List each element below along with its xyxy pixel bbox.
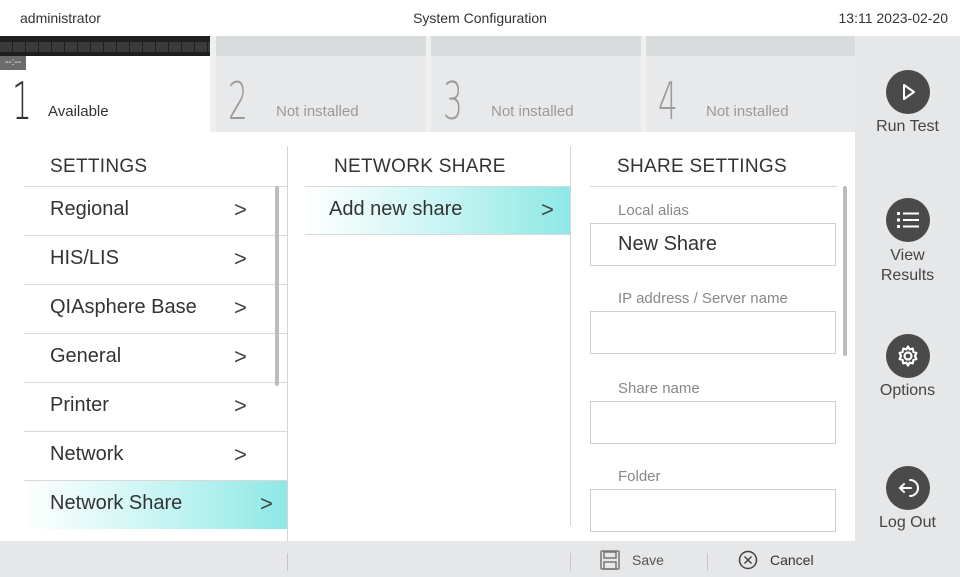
bottom-action-bar: Save Cancel [0, 541, 855, 577]
settings-item-label: HIS/LIS [50, 247, 119, 269]
gear-icon [885, 334, 930, 378]
log-out-label: Log Out [879, 514, 936, 531]
share-settings-scrollbar[interactable] [843, 186, 847, 356]
status-bar: administrator System Configuration 13:11… [0, 0, 960, 36]
module-bar: --:-- 1 Available 2 Not installed 3 Not … [0, 36, 856, 132]
options-label: Options [879, 382, 936, 399]
module-number: 3 [443, 72, 463, 132]
network-share-header: NETWORK SHARE [334, 156, 506, 177]
chevron-right-icon: > [234, 246, 247, 271]
network-share-list: Add new share > [305, 186, 570, 235]
save-label: Save [632, 552, 664, 568]
module-number: 2 [228, 72, 248, 132]
cancel-label: Cancel [770, 552, 814, 568]
chevron-right-icon: > [260, 491, 273, 516]
settings-item-label: Regional [50, 198, 129, 220]
settings-list: Regional > HIS/LIS > QIAsphere Base > Ge… [24, 186, 287, 529]
settings-item-printer[interactable]: Printer > [24, 382, 287, 431]
run-test-label: Run Test [876, 118, 939, 135]
settings-item-label: General [50, 345, 122, 367]
settings-item-label: Printer [50, 394, 109, 416]
settings-item-label: Network Share [50, 492, 183, 514]
module-number: 4 [658, 72, 678, 132]
main-panel: SETTINGS Regional > HIS/LIS > QIAsphere … [0, 132, 855, 541]
module-timer: --:-- [0, 56, 26, 70]
module-status: Not installed [276, 103, 359, 120]
chevron-right-icon: > [234, 295, 247, 320]
local-alias-label: Local alias [618, 202, 689, 219]
settings-item-general[interactable]: General > [24, 333, 287, 382]
folder-field[interactable] [590, 489, 836, 532]
view-results-label-2: Results [880, 267, 935, 284]
share-settings-header: SHARE SETTINGS [617, 156, 787, 177]
module-4[interactable]: 4 Not installed [646, 36, 856, 132]
settings-scrollbar[interactable] [275, 186, 279, 386]
module-status-strip [0, 36, 210, 56]
save-icon [600, 550, 620, 570]
options-button[interactable]: Options [855, 334, 960, 400]
column-divider [570, 146, 571, 526]
local-alias-field[interactable]: New Share [590, 223, 836, 266]
module-1[interactable]: --:-- 1 Available [0, 36, 210, 132]
module-status: Available [48, 103, 109, 120]
settings-item-label: QIAsphere Base [50, 296, 197, 318]
settings-item-network[interactable]: Network > [24, 431, 287, 480]
settings-item-network-share[interactable]: Network Share > [24, 480, 287, 529]
settings-item-his-lis[interactable]: HIS/LIS > [24, 235, 287, 284]
view-results-button[interactable]: View Results [855, 198, 960, 286]
add-new-share-label: Add new share [329, 198, 463, 220]
logout-icon [885, 466, 930, 510]
module-2[interactable]: 2 Not installed [216, 36, 426, 132]
play-icon [885, 70, 930, 114]
page-title: System Configuration [413, 10, 547, 26]
settings-header: SETTINGS [50, 156, 148, 177]
ip-address-field[interactable] [590, 311, 836, 354]
right-nav: Run Test View Results Options Log Out [855, 36, 960, 577]
add-new-share-button[interactable]: Add new share > [305, 186, 570, 235]
clock: 13:11 2023-02-20 [838, 10, 949, 26]
save-button[interactable]: Save [600, 550, 664, 570]
column-divider [287, 146, 288, 541]
module-status: Not installed [706, 103, 789, 120]
module-number: 1 [12, 72, 32, 132]
run-test-button[interactable]: Run Test [855, 70, 960, 136]
settings-item-label: Network [50, 443, 124, 465]
chevron-right-icon: > [234, 442, 247, 467]
settings-item-regional[interactable]: Regional > [24, 186, 287, 235]
cancel-icon [738, 550, 758, 570]
log-out-button[interactable]: Log Out [855, 466, 960, 532]
ip-address-label: IP address / Server name [618, 290, 788, 307]
module-status: Not installed [491, 103, 574, 120]
chevron-right-icon: > [234, 344, 247, 369]
share-name-field[interactable] [590, 401, 836, 444]
settings-item-qiasphere-base[interactable]: QIAsphere Base > [24, 284, 287, 333]
folder-label: Folder [618, 468, 661, 485]
chevron-right-icon: > [234, 197, 247, 222]
cancel-button[interactable]: Cancel [738, 550, 814, 570]
module-3[interactable]: 3 Not installed [431, 36, 641, 132]
chevron-right-icon: > [541, 197, 554, 222]
view-results-label-1: View [890, 247, 925, 264]
list-icon [885, 198, 930, 242]
chevron-right-icon: > [234, 393, 247, 418]
share-name-label: Share name [618, 380, 700, 397]
